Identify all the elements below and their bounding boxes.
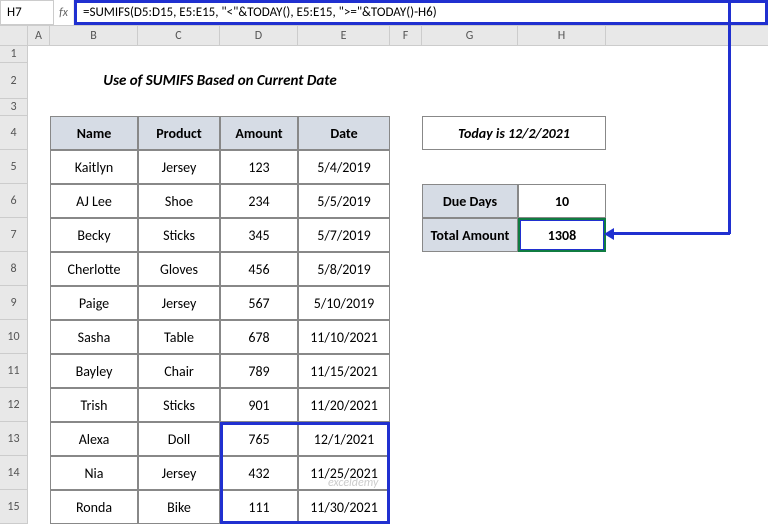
col-header-e[interactable]: E [298,26,390,45]
row-header-9[interactable]: 9 [0,286,28,320]
table-cell[interactable]: Jersey [138,150,220,184]
table-cell[interactable]: 5/5/2019 [298,184,390,218]
row-header-3[interactable]: 3 [0,99,28,116]
col-header-d[interactable]: D [220,26,298,45]
row-header-2[interactable]: 2 [0,63,28,99]
row-header-7[interactable]: 7 [0,218,28,252]
table-cell[interactable]: Sticks [138,388,220,422]
table-cell[interactable]: 5/8/2019 [298,252,390,286]
table-cell[interactable]: Paige [50,286,138,320]
table-cell[interactable]: Gloves [138,252,220,286]
annotation-arrow-head [604,228,614,240]
table-cell[interactable]: 456 [220,252,298,286]
col-header-f[interactable]: F [390,26,422,45]
table-cell[interactable]: Bayley [50,354,138,388]
table-cell[interactable]: Ronda [50,490,138,524]
header-product: Product [138,116,220,150]
row-headers: 1 2 3 4 5 6 7 8 9 10 11 12 13 14 15 [0,46,28,524]
table-cell[interactable]: Bike [138,490,220,524]
col-header-g[interactable]: G [422,26,518,45]
annotation-arrow-vertical [728,0,731,234]
row-header-14[interactable]: 14 [0,456,28,490]
annotation-arrow-horizontal [610,232,730,235]
sheet-title: Use of SUMIFS Based on Current Date [50,63,390,99]
row-header-1[interactable]: 1 [0,46,28,63]
table-cell[interactable]: 12/1/2021 [298,422,390,456]
table-cell[interactable]: 5/10/2019 [298,286,390,320]
name-box[interactable]: H7 [0,0,54,25]
table-cell[interactable]: 567 [220,286,298,320]
worksheet-grid[interactable]: Use of SUMIFS Based on Current Date Name… [28,46,768,524]
table-cell[interactable]: 123 [220,150,298,184]
table-cell[interactable]: 111 [220,490,298,524]
formula-row: H7 fx =SUMIFS(D5:D15, E5:E15, "<"&TODAY(… [0,0,768,26]
table-cell[interactable]: Alexa [50,422,138,456]
fx-icon[interactable]: fx [54,0,74,25]
table-cell[interactable]: Becky [50,218,138,252]
table-cell[interactable]: 11/15/2021 [298,354,390,388]
select-all-corner[interactable] [0,26,28,45]
table-cell[interactable]: Cherlotte [50,252,138,286]
table-cell[interactable]: 765 [220,422,298,456]
table-cell[interactable]: 234 [220,184,298,218]
table-cell[interactable]: Kaitlyn [50,150,138,184]
table-cell[interactable]: Trish [50,388,138,422]
col-header-a[interactable]: A [28,26,50,45]
col-header-c[interactable]: C [138,26,220,45]
header-date: Date [298,116,390,150]
due-days-label: Due Days [422,184,518,218]
table-cell[interactable]: Jersey [138,456,220,490]
table-cell[interactable]: 678 [220,320,298,354]
col-header-b[interactable]: B [50,26,138,45]
table-cell[interactable]: 5/4/2019 [298,150,390,184]
table-cell[interactable]: 345 [220,218,298,252]
column-headers: A B C D E F G H [0,26,768,46]
row-header-11[interactable]: 11 [0,354,28,388]
table-cell[interactable]: Jersey [138,286,220,320]
table-cell[interactable]: Table [138,320,220,354]
header-amount: Amount [220,116,298,150]
table-cell[interactable]: Nia [50,456,138,490]
table-cell[interactable]: 5/7/2019 [298,218,390,252]
table-cell[interactable]: Chair [138,354,220,388]
table-cell[interactable]: Sasha [50,320,138,354]
row-header-4[interactable]: 4 [0,116,28,150]
row-header-15[interactable]: 15 [0,490,28,524]
table-cell[interactable]: 11/30/2021 [298,490,390,524]
table-cell[interactable]: 789 [220,354,298,388]
row-header-8[interactable]: 8 [0,252,28,286]
table-cell[interactable]: Shoe [138,184,220,218]
col-header-h[interactable]: H [518,26,606,45]
due-days-value[interactable]: 10 [518,184,606,218]
header-name: Name [50,116,138,150]
total-amount-value[interactable]: 1308 [518,218,606,252]
table-cell[interactable]: 11/20/2021 [298,388,390,422]
table-cell[interactable]: AJ Lee [50,184,138,218]
row-header-12[interactable]: 12 [0,388,28,422]
total-amount-label: Total Amount [422,218,518,252]
table-cell[interactable]: 432 [220,456,298,490]
table-cell[interactable]: Doll [138,422,220,456]
table-cell[interactable]: 901 [220,388,298,422]
table-cell[interactable]: 11/25/2021 [298,456,390,490]
table-cell[interactable]: 11/10/2021 [298,320,390,354]
row-header-13[interactable]: 13 [0,422,28,456]
today-label: Today is 12/2/2021 [422,116,606,150]
row-header-5[interactable]: 5 [0,150,28,184]
row-header-10[interactable]: 10 [0,320,28,354]
table-cell[interactable]: Sticks [138,218,220,252]
row-header-6[interactable]: 6 [0,184,28,218]
formula-bar[interactable]: =SUMIFS(D5:D15, E5:E15, "<"&TODAY(), E5:… [74,0,768,25]
